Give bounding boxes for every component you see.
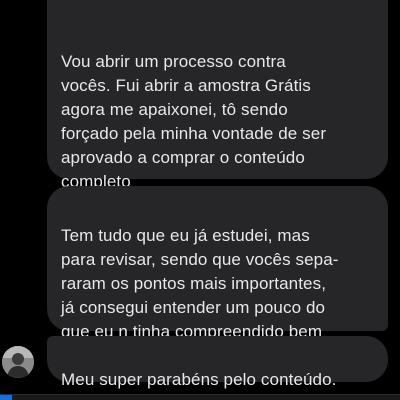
accent-indicator: [0, 395, 12, 400]
chat-screen: Vou abrir um processo contra vocês. Fui …: [0, 0, 400, 400]
message-text: Tem tudo que eu já estudei, mas para rev…: [61, 226, 339, 341]
user-avatar-icon: [2, 346, 34, 378]
message-bubble[interactable]: Tem tudo que eu já estudei, mas para rev…: [47, 186, 388, 341]
message-bubble[interactable]: Vou abrir um processo contra vocês. Fui …: [47, 0, 388, 191]
message-text: Vou abrir um processo contra vocês. Fui …: [61, 52, 327, 191]
sender-avatar[interactable]: [2, 346, 34, 378]
message-bubble[interactable]: Meu super parabéns pelo conteúdo.: [47, 336, 388, 389]
message-input-bar[interactable]: [0, 394, 400, 400]
message-text: Meu super parabéns pelo conteúdo.: [61, 370, 337, 389]
